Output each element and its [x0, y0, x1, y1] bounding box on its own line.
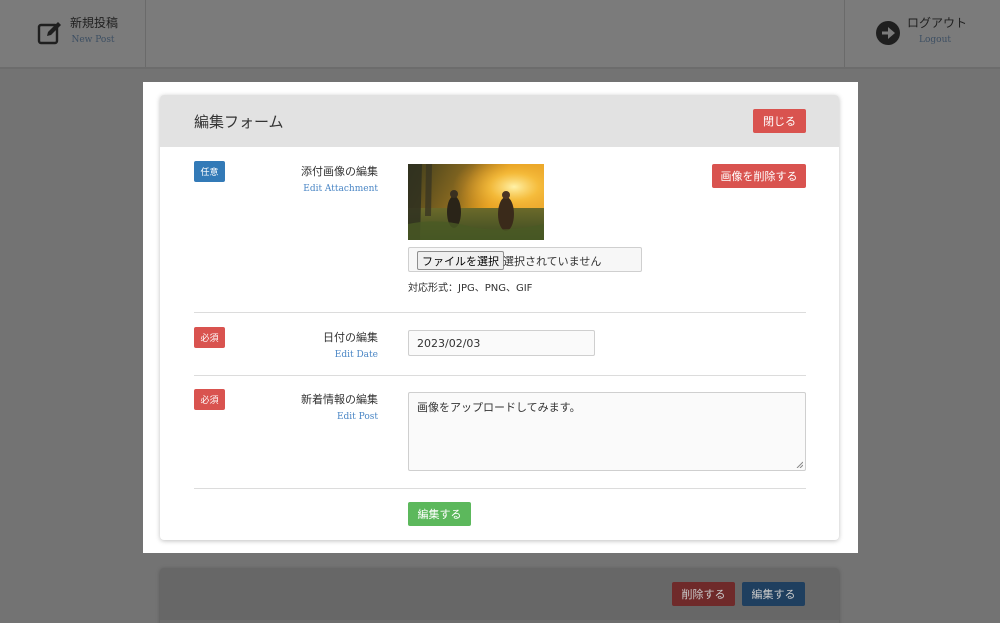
modal-title: 編集フォーム [194, 113, 284, 131]
delete-image-button[interactable]: 画像を削除する [712, 164, 806, 188]
date-label: 日付の編集 [323, 331, 378, 344]
choose-file-button[interactable]: ファイルを選択 [417, 251, 504, 270]
background-edit-button: 編集する [742, 582, 805, 606]
attachment-label: 添付画像の編集 [301, 165, 378, 178]
page: 新規投稿 New Post ログアウト Logout 削除する 編集する 編集フ… [0, 0, 1000, 623]
logout-nav-item[interactable]: ログアウト Logout [844, 0, 1000, 67]
modal-header: 編集フォーム 閉じる [160, 95, 839, 147]
date-sublabel: Edit Date [334, 350, 378, 360]
date-input[interactable] [408, 330, 595, 356]
close-button[interactable]: 閉じる [753, 109, 806, 133]
edit-square-icon [37, 22, 61, 45]
arrow-circle-right-icon [876, 21, 900, 45]
content-sublabel: Edit Post [336, 412, 378, 422]
edit-form-modal: 編集フォーム 閉じる 任意 添付画像の編集 Edit Attachment 画像… [160, 95, 839, 540]
required-badge: 必須 [194, 389, 225, 410]
resize-grip-icon[interactable] [796, 461, 803, 468]
new-post-sublabel: New Post [71, 35, 115, 45]
logout-label: ログアウト [907, 16, 968, 30]
new-post-nav-text: 新規投稿 New Post [70, 16, 119, 46]
background-post-card: 削除する 編集する [160, 568, 839, 623]
top-navigation: 新規投稿 New Post ログアウト Logout [0, 0, 1000, 69]
attachment-image [408, 164, 544, 240]
content-field-label: 新着情報の編集 Edit Post [301, 391, 378, 422]
file-status-text: 選択されていません [503, 255, 602, 268]
logout-sublabel: Logout [919, 35, 951, 45]
content-text: 画像をアップロードしてみます。 [417, 401, 581, 414]
logout-nav-text: ログアウト Logout [907, 16, 968, 46]
background-card-header: 削除する 編集する [160, 568, 839, 620]
submit-edit-button[interactable]: 編集する [408, 502, 471, 526]
attachment-field-label: 添付画像の編集 Edit Attachment [301, 163, 378, 194]
divider [194, 312, 806, 313]
content-label: 新着情報の編集 [301, 393, 378, 406]
content-textarea[interactable]: 画像をアップロードしてみます。 [408, 392, 806, 471]
divider [194, 375, 806, 376]
date-field-label: 日付の編集 Edit Date [323, 329, 378, 360]
optional-badge: 任意 [194, 161, 225, 182]
divider [194, 488, 806, 489]
attachment-sublabel: Edit Attachment [303, 184, 378, 194]
new-post-nav-item[interactable]: 新規投稿 New Post [0, 0, 146, 67]
required-badge: 必須 [194, 327, 225, 348]
supported-formats-text: 対応形式：JPG、PNG、GIF [408, 283, 533, 294]
attachment-thumbnail [408, 164, 544, 240]
file-input[interactable]: ファイルを選択 選択されていません [408, 247, 642, 272]
background-delete-button: 削除する [672, 582, 735, 606]
new-post-label: 新規投稿 [70, 16, 119, 30]
